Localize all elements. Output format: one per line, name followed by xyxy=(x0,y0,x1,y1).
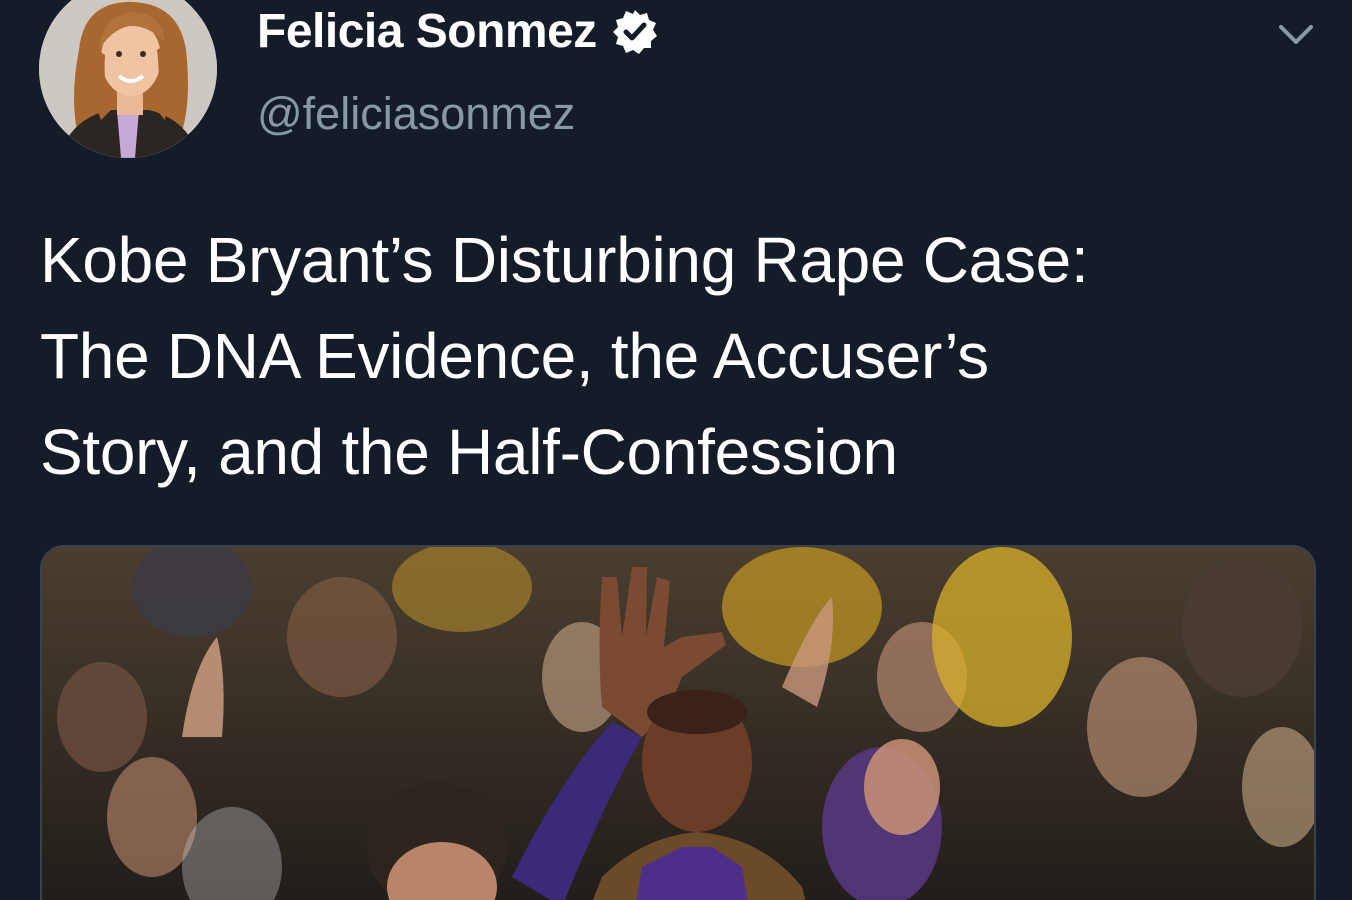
tweet-text-line: Story, and the Half-Confession xyxy=(40,416,898,488)
tweet-media-image[interactable] xyxy=(40,545,1316,900)
media-photo xyxy=(42,547,1314,900)
verified-badge-icon xyxy=(611,8,659,56)
chevron-down-icon[interactable] xyxy=(1276,14,1316,54)
avatar-photo xyxy=(39,0,217,158)
display-name-text: Felicia Sonmez xyxy=(257,5,597,58)
author-name[interactable]: Felicia Sonmez xyxy=(257,4,659,59)
tweet-text-line: The DNA Evidence, the Accuser’s xyxy=(40,320,989,392)
tweet-text: Kobe Bryant’s Disturbing Rape Case: The … xyxy=(40,212,1310,500)
author-handle[interactable]: @feliciasonmez xyxy=(257,88,575,140)
tweet-text-line: Kobe Bryant’s Disturbing Rape Case: xyxy=(40,224,1089,296)
avatar[interactable] xyxy=(39,0,217,158)
